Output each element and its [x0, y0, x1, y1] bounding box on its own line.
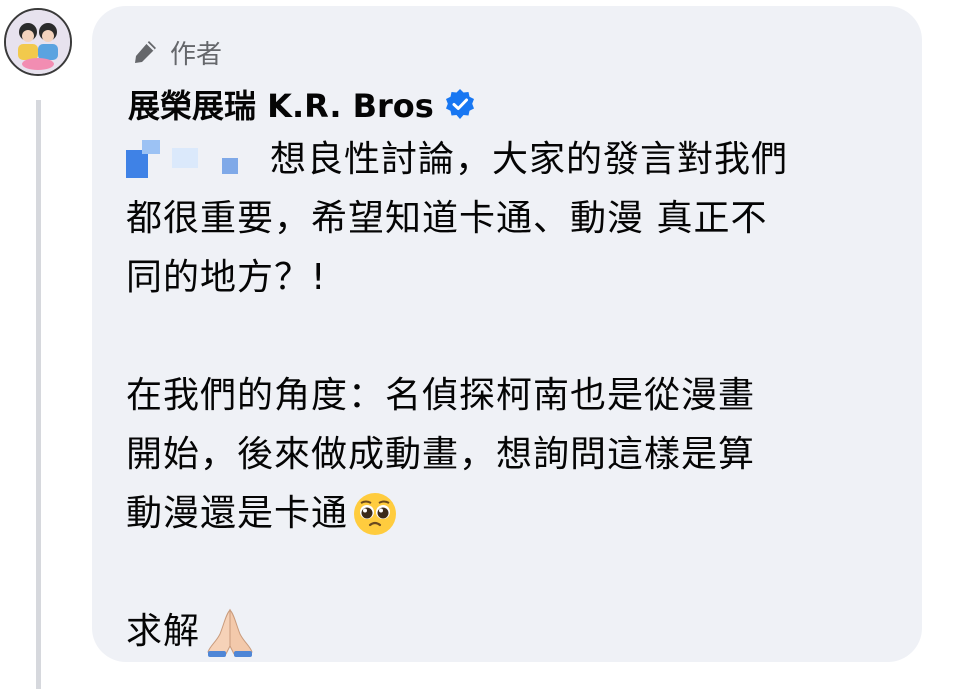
author-badge-label: 作者: [170, 39, 223, 70]
text-line-3: 同的地方？!: [126, 257, 327, 298]
text-line-4: 在我們的角度：名偵探柯南也是從漫畫: [126, 375, 756, 416]
text-line-5: 開始，後來做成動畫，想詢問這樣是算: [126, 434, 756, 475]
verified-badge-icon: [445, 89, 474, 119]
text-line-7: 求解: [126, 602, 896, 661]
pencil-icon: [135, 41, 156, 63]
author-row: 展榮展瑞 K.R. Bros: [128, 82, 476, 126]
text-line-6: 動漫還是卡通: [126, 484, 896, 543]
comment-thread: 作者 展榮展瑞 K.R. Bros 想良性討論，大家的發言對我們 都很重要，希望…: [0, 0, 957, 689]
pleading-face-emoji: [354, 492, 397, 535]
text-line-2: 都很重要，希望知道卡通、動漫 真正不: [126, 198, 768, 239]
avatar[interactable]: [4, 8, 72, 76]
comment-text: 想良性討論，大家的發言對我們 都很重要，希望知道卡通、動漫 真正不 同的地方？!…: [126, 130, 896, 661]
text-line-7-content: 求解: [126, 611, 201, 652]
text-line-1: 想良性討論，大家的發言對我們: [126, 130, 896, 189]
thread-connector-line: [36, 100, 41, 689]
author-name[interactable]: 展榮展瑞 K.R. Bros: [128, 81, 434, 127]
folded-hands-emoji: [207, 608, 253, 657]
avatar-image: [6, 10, 70, 74]
text-line-6-content: 動漫還是卡通: [126, 493, 349, 534]
author-badge: 作者: [130, 34, 222, 70]
redacted-mention: [126, 139, 256, 180]
comment-actions-peek: [150, 678, 450, 689]
text-line-1-content: 想良性討論，大家的發言對我們: [270, 139, 789, 180]
